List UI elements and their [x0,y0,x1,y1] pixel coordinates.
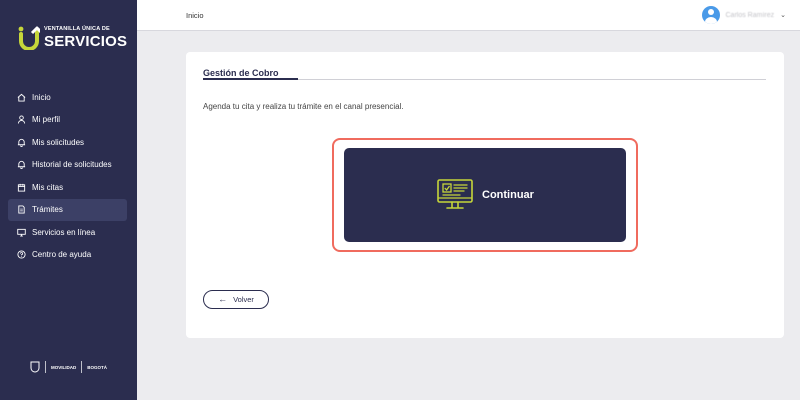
continue-button[interactable]: Continuar [344,148,626,242]
continue-button-label: Continuar [482,189,534,201]
brand-main-text: SERVICIOS [44,32,128,50]
sidebar-item-label: Mi perfil [32,115,61,124]
calendar-icon [17,183,26,192]
user-menu[interactable]: Carlos Ramírez ⌄ [701,6,786,24]
page-title: Gestión de Cobro [203,68,279,78]
arrow-left-icon: ← [218,294,228,304]
monitor-checklist-icon [436,178,474,212]
topbar: Inicio Carlos Ramírez ⌄ [137,0,800,31]
sidebar-item-label: Mis citas [32,182,64,192]
logo-mark-icon [18,26,44,51]
brand-top-text: VENTANILLA ÚNICA DE [44,26,110,33]
title-underline [203,78,766,80]
sidebar-item-historial[interactable]: Historial de solicitudes [8,154,127,176]
page-description: Agenda tu cita y realiza tu trámite en e… [203,102,404,111]
sidebar-item-label: Historial de solicitudes [32,160,112,169]
brand-logo[interactable]: VENTANILLA ÚNICA DE SERVICIOS [18,26,128,51]
sidebar-item-label: Inicio [32,92,51,102]
sidebar-item-centro-de-ayuda[interactable]: Centro de ayuda [8,244,127,266]
breadcrumb[interactable]: Inicio [186,11,204,20]
document-icon [17,205,26,214]
footer-divider [45,361,46,373]
sidebar-item-mis-citas[interactable]: Mis citas [8,176,127,198]
footer-divider [81,361,83,373]
sidebar-nav: Inicio Mi perfil Mis solicitudes Histori… [8,86,127,266]
sidebar-item-servicios-en-linea[interactable]: Servicios en línea [8,221,127,243]
footer-logos: MOVILIDAD BOGOTÁ [30,361,107,373]
monitor-icon [17,228,26,237]
sidebar-item-label: Servicios en línea [32,227,96,237]
sidebar-item-label: Centro de ayuda [32,250,92,259]
sidebar-item-mi-perfil[interactable]: Mi perfil [8,109,127,131]
footer-logo-movilidad: MOVILIDAD [51,364,77,370]
sidebar-item-label: Mis solicitudes [32,137,85,147]
sidebar: VENTANILLA ÚNICA DE SERVICIOS Inicio Mi … [0,0,137,400]
sidebar-item-label: Trámites [32,205,63,214]
help-icon [17,250,26,259]
home-icon [17,93,26,102]
sidebar-item-inicio[interactable]: Inicio [8,86,127,108]
bell-icon [17,138,26,147]
footer-logo-bogota: BOGOTÁ [87,364,107,370]
user-icon [17,115,26,124]
sidebar-item-mis-solicitudes[interactable]: Mis solicitudes [8,131,127,153]
bogota-seal-icon [30,361,40,373]
chevron-down-icon[interactable]: ⌄ [780,11,786,19]
back-button[interactable]: ← Volver [203,290,269,309]
back-button-label: Volver [233,295,254,304]
bell-icon [17,160,26,169]
sidebar-item-tramites[interactable]: Trámites [8,198,127,221]
user-name: Carlos Ramírez [725,11,775,19]
avatar[interactable] [701,6,720,24]
